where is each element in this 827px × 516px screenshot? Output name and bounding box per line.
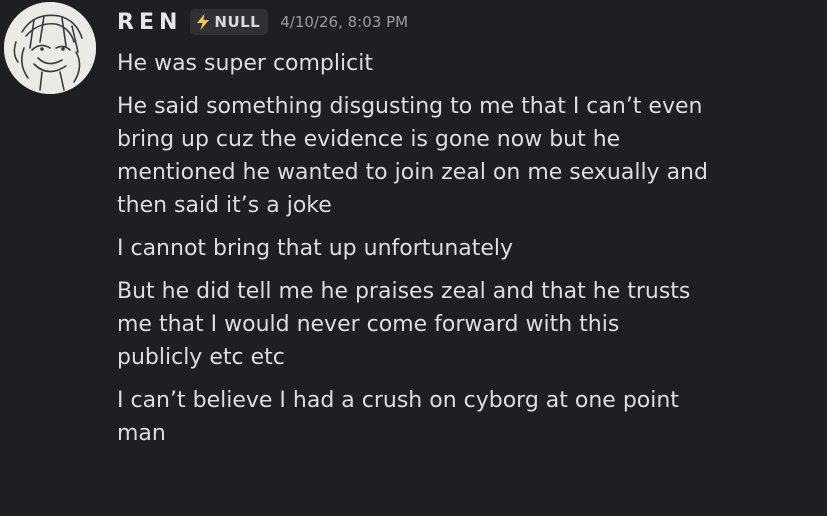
message-line: I cannot bring that up unfortunately [117,236,514,261]
message-line: me that I would never come forward with … [117,312,620,337]
message-line: He said something disgusting to me that … [117,94,703,119]
message-line: publicly etc etc [117,345,285,370]
username[interactable]: REN [117,10,182,35]
role-tag-label: NULL [214,13,261,31]
lightning-bolt-icon [195,13,211,31]
message-header: REN NULL 4/10/26, 8:03 PM [117,0,817,44]
message-content: REN NULL 4/10/26, 8:03 PM He was super c… [117,0,817,450]
message-line: then said it’s a joke [117,193,332,218]
avatar[interactable] [4,2,96,94]
message-line: I can’t believe I had a crush on cyborg … [117,388,679,413]
message-body: He was super complicit He said something… [117,47,817,450]
chat-message: REN NULL 4/10/26, 8:03 PM He was super c… [0,0,827,516]
message-group: He was super complicit [117,47,817,80]
message-line: mentioned he wanted to join zeal on me s… [117,160,708,185]
message-line: He was super complicit [117,51,373,76]
message-group: But he did tell me he praises zeal and t… [117,275,817,374]
message-group: I cannot bring that up unfortunately [117,232,817,265]
message-line: man [117,421,166,446]
timestamp[interactable]: 4/10/26, 8:03 PM [280,13,408,31]
message-group: I can’t believe I had a crush on cyborg … [117,384,817,450]
message-line: bring up cuz the evidence is gone now bu… [117,127,621,152]
role-tag[interactable]: NULL [190,9,269,35]
message-group: He said something disgusting to me that … [117,90,817,222]
avatar-sketch-icon [4,2,96,94]
message-line: But he did tell me he praises zeal and t… [117,279,691,304]
